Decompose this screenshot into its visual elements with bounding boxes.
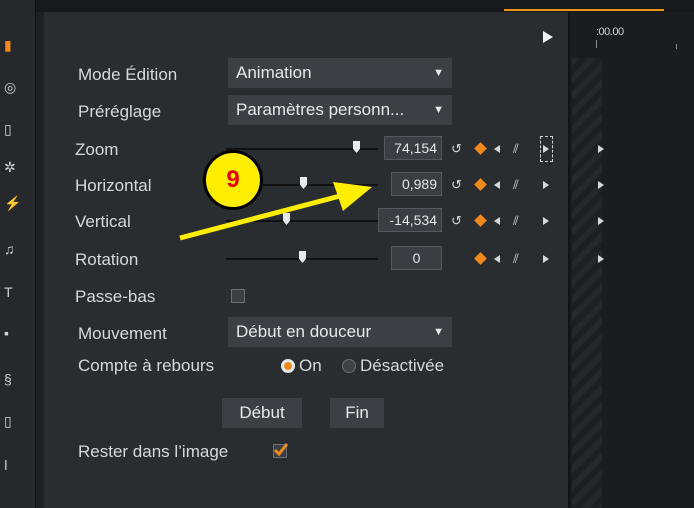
ruler-tick	[596, 40, 597, 48]
reset-icon[interactable]: ↺	[451, 142, 462, 156]
checkmark-icon	[273, 443, 289, 457]
zoom-value-field[interactable]: 74,154	[384, 136, 442, 160]
audio-icon[interactable]: ǀ	[4, 458, 18, 472]
horizontal-label: Horizontal	[75, 176, 152, 195]
preset-label: Préréglage	[78, 102, 162, 121]
remove-keyframes-icon[interactable]: ⫽	[513, 178, 519, 192]
prev-keyframe-icon[interactable]	[494, 145, 500, 153]
next-keyframe-focus	[540, 136, 553, 162]
prev-keyframe-icon[interactable]	[494, 255, 500, 263]
prev-keyframe-icon[interactable]	[494, 217, 500, 225]
mode-value: Animation	[236, 63, 312, 82]
annotation-number-badge: 9	[203, 150, 263, 210]
timecode: :00.00	[596, 26, 624, 38]
music-icon[interactable]: ♫	[4, 242, 18, 256]
reset-icon[interactable]: ↺	[451, 178, 462, 192]
mode-label: Mode Édition	[78, 65, 178, 84]
vertical-value-field[interactable]: -14,534	[378, 208, 442, 232]
movement-dropdown[interactable]: Début en douceur ▼	[228, 317, 452, 347]
timeline-range-indicator	[504, 9, 664, 11]
end-button[interactable]: Fin	[330, 398, 384, 428]
layers-icon[interactable]: ▯	[4, 122, 18, 136]
timeline-rotation-keyframe-icon[interactable]	[598, 255, 604, 263]
lowpass-checkbox[interactable]	[231, 289, 245, 303]
effects-icon[interactable]: ✲	[4, 160, 18, 174]
link-icon[interactable]: §	[4, 372, 18, 386]
dropdown-caret-icon: ▼	[433, 104, 444, 116]
next-keyframe-icon[interactable]	[543, 217, 549, 225]
reset-icon[interactable]: ↺	[451, 214, 462, 228]
phone-icon[interactable]: ▯	[4, 414, 18, 428]
rotation-value-field[interactable]: 0	[391, 246, 442, 270]
play-icon[interactable]	[543, 31, 553, 43]
remove-keyframes-icon[interactable]: ⫽	[513, 214, 519, 228]
ruler-tick	[676, 44, 677, 49]
text-icon[interactable]: T	[4, 285, 18, 299]
media-icon[interactable]: ▮	[4, 38, 18, 52]
remove-keyframes-icon[interactable]: ⫽	[513, 142, 519, 156]
horizontal-value-field[interactable]: 0,989	[391, 172, 442, 196]
preset-dropdown[interactable]: Paramètres personn... ▼	[228, 95, 452, 125]
dot-icon[interactable]: ▪	[4, 326, 18, 340]
movement-value: Début en douceur	[236, 322, 372, 341]
next-keyframe-icon[interactable]	[543, 255, 549, 263]
timeline-zoom-keyframe-icon[interactable]	[598, 145, 604, 153]
timeline-vertical-keyframe-icon[interactable]	[598, 217, 604, 225]
lowpass-label: Passe-bas	[75, 287, 156, 306]
timeline-track	[572, 58, 602, 508]
timeline-ruler[interactable]: :00.00	[568, 12, 694, 58]
disc-icon[interactable]: ◎	[4, 80, 18, 94]
next-keyframe-icon[interactable]	[543, 181, 549, 189]
rotation-label: Rotation	[75, 250, 139, 269]
top-bar	[36, 0, 694, 12]
stay-in-image-checkbox[interactable]	[273, 443, 289, 458]
prev-keyframe-icon[interactable]	[494, 181, 500, 189]
start-button[interactable]: Début	[222, 398, 302, 428]
mode-dropdown[interactable]: Animation ▼	[228, 58, 452, 88]
countdown-label: Compte à rebours	[78, 356, 215, 375]
movement-label: Mouvement	[78, 324, 167, 343]
remove-keyframes-icon[interactable]: ⫽	[513, 252, 519, 266]
tool-strip: ▮ ◎ ▯ ✲ ⚡ ♫ T ▪ § ▯ ǀ	[0, 0, 36, 508]
timeline-divider	[568, 12, 570, 508]
dropdown-caret-icon: ▼	[433, 67, 444, 79]
vertical-label: Vertical	[75, 212, 131, 231]
countdown-on-radio[interactable]	[281, 359, 295, 373]
countdown-off-radio[interactable]	[342, 359, 356, 373]
zoom-label: Zoom	[75, 140, 119, 159]
preset-value: Paramètres personn...	[236, 100, 405, 119]
dropdown-caret-icon: ▼	[433, 326, 444, 338]
countdown-off-label[interactable]: Désactivée	[360, 356, 444, 376]
timeline-horizontal-keyframe-icon[interactable]	[598, 181, 604, 189]
timeline-area[interactable]: :00.00	[568, 12, 694, 508]
stay-in-image-label: Rester dans l’image	[78, 442, 229, 461]
lightning-icon[interactable]: ⚡	[4, 196, 21, 210]
countdown-on-label[interactable]: On	[299, 356, 322, 376]
vertical-slider-track[interactable]	[226, 220, 378, 222]
